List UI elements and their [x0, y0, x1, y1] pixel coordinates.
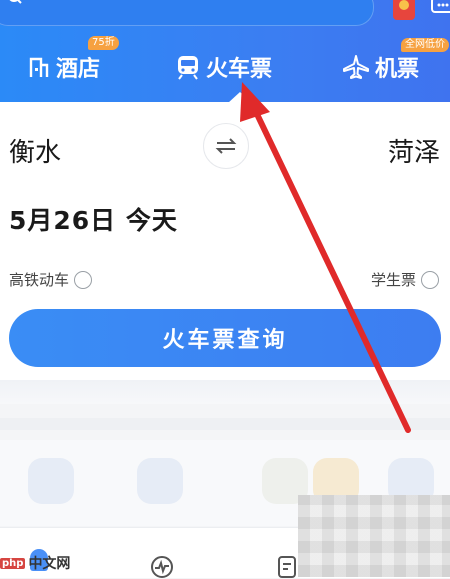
travel-date[interactable]: 5月26日 今天 [9, 201, 178, 237]
watermark-logo: php 中文网 [0, 553, 70, 573]
service-entry-icon[interactable] [137, 458, 183, 504]
departure-city[interactable]: 衡水 [9, 132, 61, 169]
tab-hotel-label: 酒店 [56, 57, 101, 82]
highspeed-only-option[interactable]: 高铁动车 [9, 269, 93, 290]
swap-cities-button[interactable] [203, 123, 249, 169]
flight-lowprice-badge: 全网低价 [401, 38, 449, 52]
search-bar[interactable] [0, 0, 374, 26]
red-packet-icon[interactable] [393, 0, 415, 20]
arrival-city[interactable]: 菏泽 [388, 132, 440, 169]
tab-train[interactable]: 火车票 [176, 44, 272, 90]
activity-nav-icon[interactable] [150, 555, 174, 579]
search-icon [9, 0, 22, 4]
student-ticket-label: 学生票 [371, 271, 417, 289]
tab-hotel[interactable]: 酒店 [28, 44, 100, 90]
message-icon[interactable] [430, 0, 450, 16]
section-divider [0, 418, 450, 430]
train-icon [178, 56, 198, 80]
watermark-badge: php [0, 557, 26, 569]
orders-nav-icon[interactable] [276, 555, 298, 579]
service-entry-icon[interactable] [28, 458, 74, 504]
hotel-icon [29, 57, 49, 77]
mosaic-overlay [298, 495, 450, 577]
hotel-discount-badge: 75折 [88, 36, 119, 50]
section-divider [0, 380, 450, 404]
tab-flight-label: 机票 [375, 57, 420, 82]
plane-icon [343, 55, 369, 79]
train-search-button[interactable]: 火车票查询 [9, 309, 441, 367]
header-bar: 酒店 火车票 机票 75折 全网低价 [0, 0, 450, 103]
highspeed-only-label: 高铁动车 [9, 271, 70, 289]
swap-icon [215, 138, 237, 154]
category-tabs: 酒店 火车票 机票 [0, 44, 450, 94]
highspeed-only-radio[interactable] [74, 270, 93, 289]
student-ticket-radio[interactable] [421, 270, 440, 289]
student-ticket-option[interactable]: 学生票 [371, 269, 440, 290]
tab-train-label: 火车票 [206, 57, 273, 82]
watermark-text: 中文网 [28, 556, 71, 572]
